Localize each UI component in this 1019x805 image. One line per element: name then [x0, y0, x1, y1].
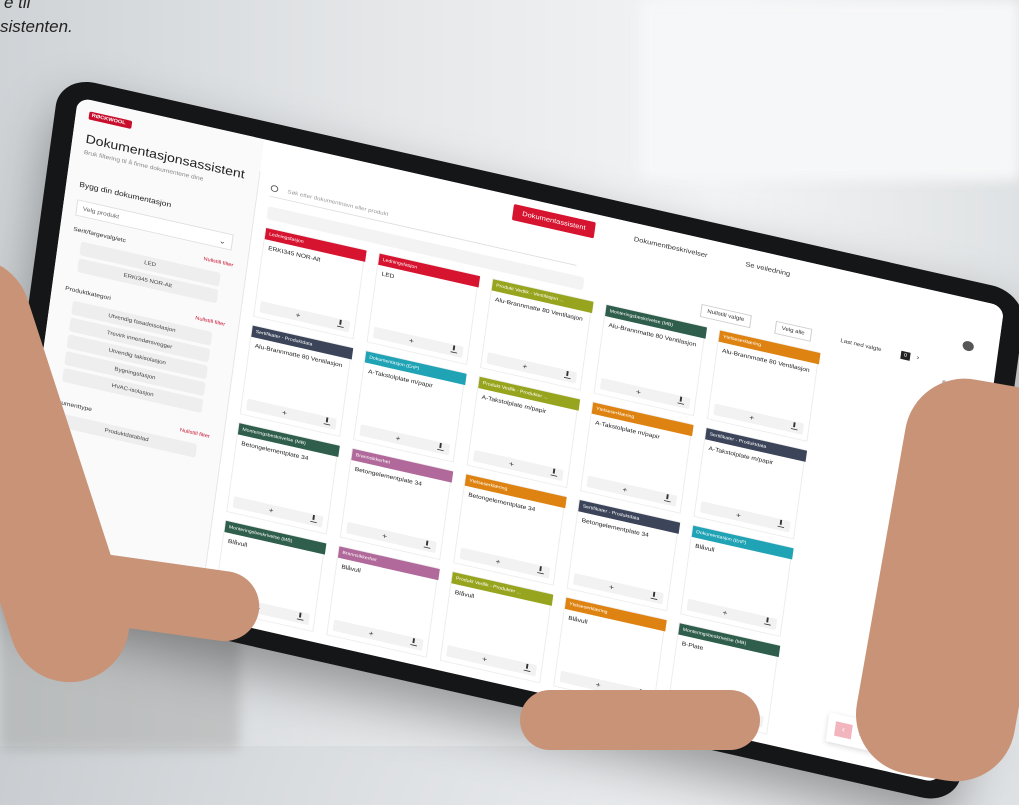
card-actions: +	[599, 377, 691, 410]
document-card[interactable]: Ledningsfasjon LED +	[366, 252, 481, 365]
card-actions: +	[372, 326, 464, 358]
tab-dokumentbeskrivelser[interactable]: Dokumentbeskrivelser	[623, 229, 717, 266]
card-actions: +	[486, 352, 578, 384]
download-icon[interactable]	[764, 618, 772, 626]
card-actions: +	[686, 598, 778, 631]
card-actions: +	[246, 398, 337, 430]
download-icon[interactable]	[563, 372, 572, 380]
add-icon[interactable]: +	[635, 386, 641, 398]
download-icon[interactable]	[677, 397, 685, 405]
document-card[interactable]: Dokumentasjon (EnP) Blåvull +	[680, 524, 794, 637]
download-icon[interactable]	[450, 346, 458, 354]
tab-se-veiledning[interactable]: Se veiledning	[735, 254, 800, 284]
card-actions: +	[586, 475, 678, 507]
document-card[interactable]: Sertifikater - Produktdata Betongelementp…	[566, 499, 681, 612]
add-icon[interactable]: +	[495, 555, 501, 567]
card-actions: +	[359, 424, 451, 456]
add-icon[interactable]: +	[281, 407, 288, 419]
download-icon[interactable]	[423, 541, 431, 549]
card-actions: +	[346, 521, 437, 554]
product-select-value: Velg produkt	[82, 206, 120, 221]
document-card[interactable]: Produkt Vedlik - Produkter ... A-Takstolp…	[466, 375, 581, 489]
tab-dokumentassistent[interactable]: Dokumentassistent	[511, 203, 596, 239]
card-actions: +	[572, 573, 664, 605]
document-card[interactable]: Ytelseserklæring Betongelementplate 34 +	[453, 473, 567, 586]
card-actions: +	[232, 496, 324, 528]
document-card[interactable]: Ledningsfasjon ERKI345 NOR-Alt +	[253, 226, 367, 340]
product-select[interactable]: Velg produkt ⌄	[75, 199, 234, 251]
add-icon[interactable]: +	[268, 504, 274, 516]
download-icon[interactable]	[337, 320, 345, 328]
download-icon[interactable]	[296, 613, 305, 621]
card-actions: +	[459, 547, 551, 579]
doctype-reset-link[interactable]: Nullstill filter	[180, 428, 210, 440]
download-icon[interactable]	[323, 418, 331, 426]
document-card[interactable]: Monteringsbeskrivelse (MB) Betongelementp…	[226, 422, 340, 535]
card-actions: +	[332, 619, 424, 651]
download-icon[interactable]	[550, 469, 558, 477]
selected-count-badge: 0	[900, 350, 911, 361]
add-icon[interactable]: +	[381, 530, 388, 542]
series-reset-link[interactable]: Nullstill filter	[203, 257, 233, 269]
select-all-button[interactable]: Velg alle	[774, 320, 812, 342]
download-icon[interactable]	[410, 639, 418, 647]
document-card[interactable]: Produkt Vedlik - Ventilasjon ... Alu-Bran…	[480, 278, 594, 391]
add-icon[interactable]: +	[395, 432, 401, 444]
download-icon[interactable]	[790, 423, 799, 431]
document-card[interactable]: Ytelseserklæring A-Takstolplate m/papir +	[580, 401, 694, 514]
card-actions: +	[472, 449, 564, 482]
document-card[interactable]: Monteringsbeskrivelse (MB) Alu-Brannmatte…	[593, 303, 708, 417]
document-card[interactable]: Brannsikkerhet Blåvull +	[326, 545, 440, 658]
category-reset-link[interactable]: Nullstill filter	[195, 316, 225, 328]
document-card[interactable]: Sertifikater - Produktdata A-Takstolplate…	[693, 427, 808, 540]
download-selected-button[interactable]: Last ned valgte	[840, 336, 883, 356]
add-icon[interactable]: +	[368, 627, 374, 639]
download-icon[interactable]	[523, 664, 531, 672]
document-card[interactable]: Sertifikater - Produktdata Alu-Brannmatte…	[239, 324, 354, 437]
pagination-prev-button[interactable]: ‹	[834, 721, 853, 740]
card-actions: +	[713, 403, 805, 435]
app-screen: RØCKWOOL Dokumentasjonsassistent Bruk fi…	[12, 97, 1005, 784]
download-icon[interactable]	[664, 495, 672, 503]
tablet-scene: RØCKWOOL Dokumentasjonsassistent Bruk fi…	[0, 0, 1019, 805]
right-thumb	[520, 690, 760, 750]
add-icon[interactable]: +	[608, 581, 615, 593]
download-icon[interactable]	[310, 516, 318, 524]
download-icon[interactable]	[437, 444, 445, 452]
add-icon[interactable]: +	[408, 335, 414, 347]
category-label: Produktkategori	[64, 285, 112, 302]
card-actions: +	[446, 645, 537, 677]
add-icon[interactable]: +	[722, 607, 728, 619]
add-icon[interactable]: +	[481, 653, 488, 665]
document-grid: Ledningsfasjon ERKI345 NOR-Alt + Ledningsfa…	[212, 226, 935, 762]
add-icon[interactable]: +	[749, 411, 755, 423]
reset-selected-button[interactable]: Nullstill valgte	[699, 304, 752, 329]
add-icon[interactable]: +	[622, 483, 628, 495]
add-icon[interactable]: +	[295, 309, 301, 321]
settings-icon[interactable]	[961, 340, 975, 353]
card-actions: +	[259, 301, 351, 333]
card-actions: +	[699, 501, 791, 533]
document-card[interactable]: Dokumentasjon (EnP) A-Takstolplate m/papi…	[353, 350, 467, 463]
chevron-down-icon: ⌄	[218, 236, 227, 246]
add-icon[interactable]: +	[508, 458, 514, 470]
download-icon[interactable]	[777, 520, 785, 528]
document-card[interactable]: Brannsikkerhet Betongelementplate 34 +	[339, 447, 454, 561]
add-icon[interactable]: +	[522, 360, 528, 372]
download-icon[interactable]	[650, 592, 658, 600]
download-icon[interactable]	[537, 567, 545, 575]
document-card[interactable]: Ytelseserklæring Alu-Brannmatte 80 Ventil…	[706, 329, 821, 442]
brand-logo[interactable]: RØCKWOOL	[88, 111, 133, 130]
chevron-right-icon[interactable]: ›	[916, 354, 919, 362]
document-card[interactable]: Produkt Vedlik - Produkter ... Blåvull +	[439, 571, 554, 684]
add-icon[interactable]: +	[735, 509, 741, 521]
